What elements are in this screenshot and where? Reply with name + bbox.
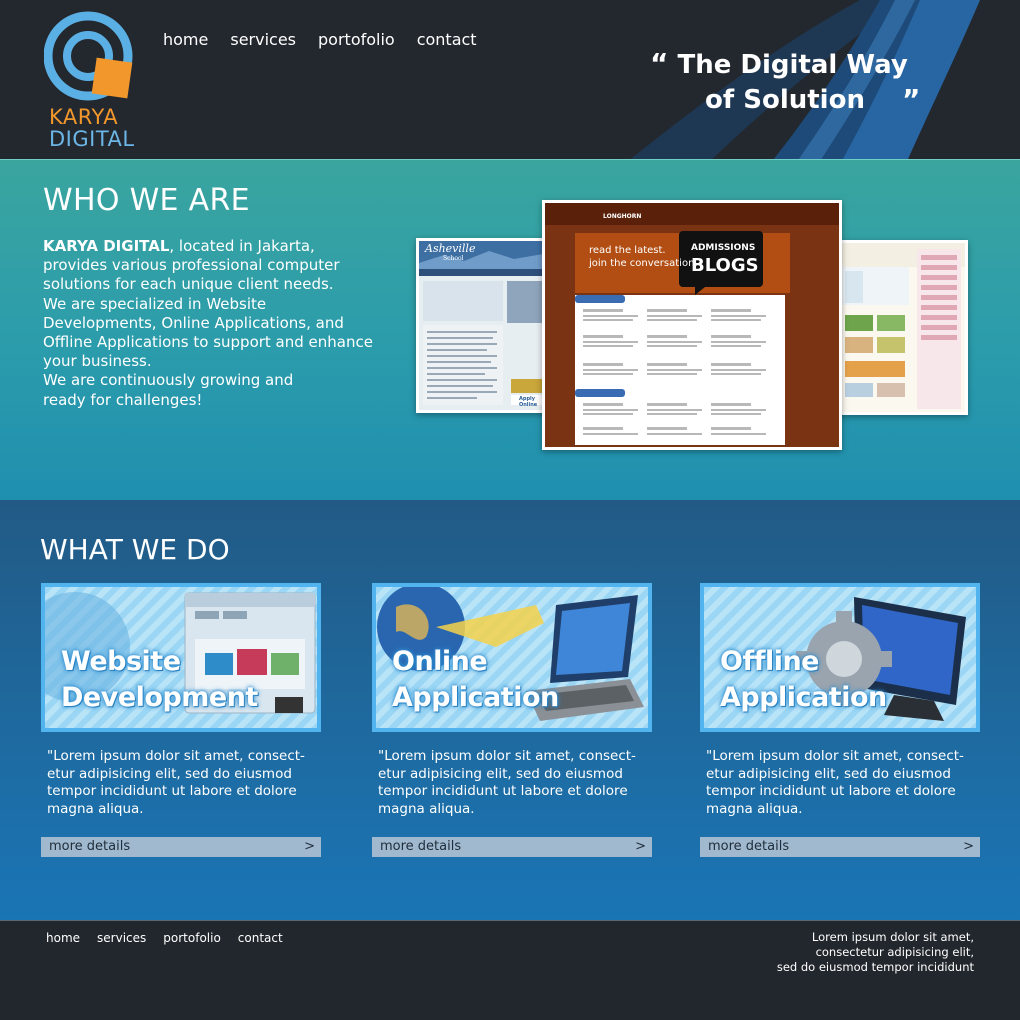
website-development-title: Website Development [61,644,258,716]
more-details-label: more details [49,839,131,854]
chevron-right-icon: > [304,839,315,854]
footer-nav-contact[interactable]: contact [238,931,283,945]
online-application-description: "Lorem ipsum dolor sit amet, consect-etu… [378,748,636,817]
asheville-title: Asheville [425,242,476,255]
website-development-banner[interactable]: Website Development [41,583,321,732]
website-development-description: "Lorem ipsum dolor sit amet, consect-etu… [47,748,305,817]
footer-nav-home[interactable]: home [46,931,80,945]
who-title: WHO WE ARE [43,183,250,218]
slogan-close-quote: ” [902,83,921,116]
who-text: , located in Jakarta, provides various p… [43,237,373,409]
footer-nav: home services portofolio contact [46,931,283,945]
blogs-label: BLOGS [691,255,759,276]
nav-portofolio[interactable]: portofolio [318,30,395,49]
card-title-line2: Development [61,682,258,713]
logo-text-digital: DIGITAL [49,127,135,151]
slogan-open-quote: “ [650,47,669,80]
nav-contact[interactable]: contact [417,30,477,49]
who-we-are-section: WHO WE ARE KARYA DIGITAL, located in Jak… [0,159,1020,500]
more-details-label: more details [708,839,790,854]
card-title-line1: Offline [720,646,819,677]
portfolio-screenshot-longhorn[interactable]: LONGHORN read the latest. join the conve… [542,200,842,450]
website-more-details-button[interactable]: more details > [41,837,321,857]
footer-nav-services[interactable]: services [97,931,146,945]
service-card-website: Website Development "Lorem ipsum dolor s… [41,583,323,857]
footer-text: Lorem ipsum dolor sit amet, consectetur a… [776,930,974,974]
chevron-right-icon: > [635,839,646,854]
portfolio-screenshot-asheville[interactable]: Asheville School Apply Online [416,238,552,413]
online-application-title: Online Application [392,644,559,716]
longhorn-tagline-2: join the conversation. [589,258,698,269]
what-we-do-section: WHAT WE DO Website Development "Lorem ip… [0,500,1020,920]
card-title-line2: Application [720,682,887,713]
company-name: KARYA DIGITAL [43,237,170,255]
card-title-line1: Website [61,646,181,677]
offline-application-title: Offline Application [720,644,887,716]
card-title-line2: Application [392,682,559,713]
logo-text-karya: KARYA [49,105,119,129]
offline-application-banner[interactable]: Offline Application [700,583,980,732]
asheville-site-preview [419,241,549,405]
main-nav: home services portofolio contact [163,30,477,49]
chevron-right-icon: > [963,839,974,854]
logo-mark-icon [43,11,133,101]
japanese-site-preview [839,243,965,409]
who-description: KARYA DIGITAL, located in Jakarta, provi… [43,237,383,410]
nav-home[interactable]: home [163,30,208,49]
footer: home services portofolio contact Lorem i… [0,920,1020,1020]
logo[interactable]: KARYA DIGITAL [43,10,140,150]
portfolio-screenshot-japanese-site[interactable] [836,240,968,415]
asheville-subtitle: School [443,255,464,262]
more-details-label: more details [380,839,462,854]
service-card-online: Online Application "Lorem ipsum dolor si… [372,583,654,857]
online-more-details-button[interactable]: more details > [372,837,652,857]
header: KARYA DIGITAL home services portofolio c… [0,0,1020,159]
nav-services[interactable]: services [230,30,296,49]
longhorn-brand: LONGHORN [603,213,642,220]
longhorn-site-preview [545,203,839,447]
card-title-line1: Online [392,646,488,677]
service-card-offline: Offline Application "Lorem ipsum dolor s… [700,583,982,857]
slogan-line2: of Solution [705,85,865,115]
offline-more-details-button[interactable]: more details > [700,837,980,857]
admissions-label: ADMISSIONS [691,243,756,253]
longhorn-tagline-1: read the latest. [589,245,666,256]
offline-application-description: "Lorem ipsum dolor sit amet, consect-etu… [706,748,964,817]
footer-nav-portofolio[interactable]: portofolio [163,931,221,945]
what-title: WHAT WE DO [40,533,230,566]
slogan-line1: The Digital Way [677,50,908,80]
online-application-banner[interactable]: Online Application [372,583,652,732]
